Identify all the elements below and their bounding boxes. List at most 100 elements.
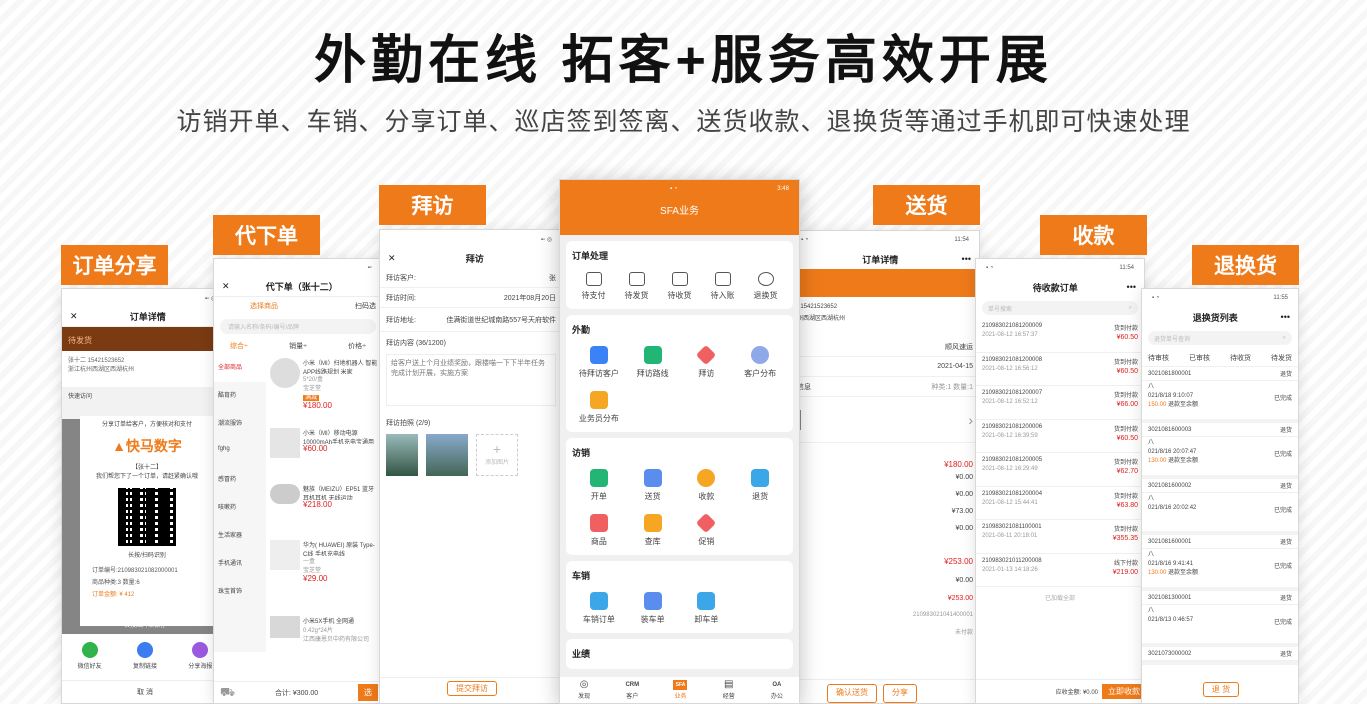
sfa-item-visit[interactable]: 拜访: [680, 344, 734, 379]
return-item[interactable]: 3021081300001 退货八 021/8/13 0:46:57 已完成: [1142, 591, 1298, 647]
sfa-item-customer-map[interactable]: 客户分布: [733, 346, 787, 379]
sort-price[interactable]: 价格÷: [348, 341, 366, 351]
return-state: 已完成: [1273, 564, 1292, 570]
collect-order-row[interactable]: 210983021081200008 2021-08-12 16:56:12 货到付…: [976, 353, 1144, 386]
tab-pending-ship[interactable]: 待发货: [1271, 353, 1292, 363]
submit-button[interactable]: 选: [358, 684, 378, 701]
close-icon[interactable]: ✕: [388, 253, 396, 264]
field-value[interactable]: 2021年08月20日: [504, 293, 556, 303]
category-item[interactable]: 珠宝首饰: [214, 578, 266, 606]
collect-order-row[interactable]: 210983021081200007 2021-08-12 16:52:12 货到付…: [976, 386, 1144, 420]
phone-returns: ▪ ◔ 11:55 退换货列表 ••• 退货单号查询 ⌕ 待审核 已审核 待收货 待发…: [1141, 288, 1299, 704]
submit-visit-button[interactable]: 提交拜访: [447, 681, 497, 696]
sfa-item-to-receive[interactable]: 待收货: [658, 272, 701, 301]
search-input[interactable]: 请输入名称/条码/编号/品牌: [220, 319, 376, 334]
collect-order-row[interactable]: 210983021081200004 2021-08-12 15:44:41 货到付…: [976, 487, 1144, 520]
search-input[interactable]: 退货单号查询 ⌕: [1148, 331, 1292, 345]
product-item[interactable]: 小米5X手机 全网通 0.42g*24片 江西康恩贝中药有限公司: [266, 612, 382, 652]
return-item[interactable]: 3021081600003 退货八 021/8/16 20:07:47 130.00 …: [1142, 423, 1298, 479]
category-item[interactable]: 感冒药: [214, 466, 266, 494]
return-item[interactable]: 3021081600002 退货八 021/8/16 20:02:42 已完成: [1142, 479, 1298, 535]
product-item[interactable]: 华为( HUAWEI) 原装 Type-C线 手机充电线 一盒 宝芝堂 ¥29.00: [266, 536, 382, 612]
collect-order-row[interactable]: 210983021081200009 2021-08-12 16:57:37 货到付…: [976, 319, 1144, 353]
tab-operation[interactable]: ▤ 经营: [705, 679, 753, 703]
sfa-item-returns[interactable]: 退换货: [744, 272, 787, 301]
more-icon[interactable]: •••: [1281, 312, 1290, 322]
order-time: 2021-08-12 16:52:12: [982, 399, 1038, 405]
order-number: 210983021041400001: [912, 612, 973, 618]
photo-thumb[interactable]: [386, 434, 418, 476]
sfa-item-create-order[interactable]: 开单: [572, 469, 626, 502]
category-item[interactable]: 全部商品: [214, 354, 266, 382]
sort-sales[interactable]: 销量÷: [289, 341, 307, 351]
confirm-delivery-button[interactable]: 确认送货: [827, 684, 877, 703]
phone-collection: ▪ ◔ 11:54 待收款订单 ••• 单号搜索 ⌕ 2109830210812000…: [975, 258, 1145, 704]
return-item[interactable]: 3021081800001 退货八 021/8/18 9:10:07 150.00 退…: [1142, 367, 1298, 423]
pay-status: 未付款: [954, 629, 973, 636]
category-item[interactable]: 咳嗽药: [214, 494, 266, 522]
sfa-item-unload[interactable]: 卸车单: [680, 592, 734, 625]
category-item[interactable]: 潮流服饰: [214, 410, 266, 438]
product-item[interactable]: 小米（MI）扫地机器人 智能APP线路规划 米家 5*20/盒 宝芝堂 满减 ¥180.…: [266, 354, 382, 424]
tab-business[interactable]: SFA 业务: [656, 679, 704, 703]
tab-select-goods[interactable]: 选择商品: [250, 301, 278, 311]
collect-order-row[interactable]: 210983021011200008 2021-01-13 14:18:26 线下付…: [976, 554, 1144, 587]
field-value[interactable]: 张: [549, 273, 556, 283]
sfa-item-visit-route[interactable]: 拜访路线: [626, 346, 680, 379]
cancel-button[interactable]: 取 消: [62, 680, 226, 697]
content-textarea[interactable]: 给客户送上个月业绩奖励，跟楼喵一下下半年任务完成计划开展，实施方案: [386, 354, 556, 406]
sfa-item-return[interactable]: 退货: [733, 469, 787, 502]
sfa-item-promotion[interactable]: 促销: [680, 512, 734, 547]
return-time: 021/8/16 20:07:47: [1148, 449, 1197, 455]
tab-pending-review[interactable]: 待审核: [1148, 353, 1169, 363]
category-item[interactable]: 生活家器: [214, 522, 266, 550]
return-goods-button[interactable]: 退 货: [1202, 682, 1240, 697]
nav-title: 订单详情: [862, 254, 899, 265]
add-photo-button[interactable]: + 添加图片: [476, 434, 518, 476]
product-item[interactable]: 魅族（MEIZU）EP51 蓝牙耳机耳机 无线运动 ¥218.00: [266, 480, 382, 536]
sfa-item-deliver[interactable]: 送货: [626, 469, 680, 502]
more-icon[interactable]: •••: [1127, 282, 1136, 292]
cart-icon[interactable]: ⛟: [220, 685, 235, 701]
collect-order-row[interactable]: 210983021081200006 2021-08-12 16:39:59 货到付…: [976, 420, 1144, 453]
share-button[interactable]: 分享: [883, 684, 917, 703]
tab-office[interactable]: OA 办公: [753, 679, 799, 703]
copy-link-button[interactable]: 复制链接: [117, 642, 172, 670]
category-item[interactable]: 酷育药: [214, 382, 266, 410]
return-item[interactable]: 3021081600001 退货八 021/8/16 9:41:41 130.00 退…: [1142, 535, 1298, 591]
search-input[interactable]: 单号搜索 ⌕: [982, 301, 1138, 315]
category-item[interactable]: 手机通讯: [214, 550, 266, 578]
more-icon[interactable]: •••: [962, 254, 971, 264]
tab-scan[interactable]: 扫码选: [355, 301, 376, 311]
collect-now-button[interactable]: 立即收款: [1102, 684, 1144, 699]
collect-order-row[interactable]: 210983021081100001 2021-08-11 20:18:01 货到付…: [976, 520, 1144, 554]
tab-reviewed[interactable]: 已审核: [1189, 353, 1210, 363]
close-icon[interactable]: ✕: [222, 281, 230, 292]
sfa-item-inventory[interactable]: 查库: [626, 514, 680, 547]
sfa-item-to-account[interactable]: 待入账: [701, 272, 744, 301]
sfa-item-visit-customers[interactable]: 待拜访客户: [572, 346, 626, 379]
return-item[interactable]: 3021073000002 退货: [1142, 647, 1298, 665]
field-value[interactable]: 佳满街道世纪城南路557号天府软件: [446, 315, 556, 325]
nav-title: 待收款订单: [1032, 282, 1078, 293]
sfa-item-to-ship[interactable]: 待发货: [615, 272, 658, 301]
sort-comprehensive[interactable]: 综合÷: [230, 341, 248, 351]
sfa-item-collect[interactable]: 收款: [680, 469, 734, 502]
sfa-item-to-pay[interactable]: 待支付: [572, 272, 615, 301]
photo-thumb[interactable]: [426, 434, 468, 476]
tab-customer[interactable]: CRM 客户: [608, 679, 656, 703]
tab-pending-receive[interactable]: 待收货: [1230, 353, 1251, 363]
pay-type: 货到付款: [1113, 359, 1138, 366]
product-item[interactable]: 小米（MI）移动电源10000mAh手机充电宝通用 ¥60.00: [266, 424, 382, 480]
sfa-item-goods[interactable]: 商品: [572, 514, 626, 547]
sfa-item-staff-map[interactable]: 业务员分布: [572, 391, 626, 424]
share-wechat-button[interactable]: 微信好友: [62, 642, 117, 670]
collect-order-row[interactable]: 210983021081200005 2021-08-12 16:29:49 货到付…: [976, 453, 1144, 487]
chevron-right-icon[interactable]: ›: [968, 412, 973, 428]
close-icon[interactable]: ✕: [70, 311, 78, 322]
order-number: 订单编号:210983021082000001: [92, 568, 178, 574]
sfa-item-van-order[interactable]: 车销订单: [572, 592, 626, 625]
sfa-item-load[interactable]: 装车单: [626, 592, 680, 625]
tab-discover[interactable]: ◎ 发现: [560, 679, 608, 703]
category-item[interactable]: fghg: [214, 438, 266, 466]
